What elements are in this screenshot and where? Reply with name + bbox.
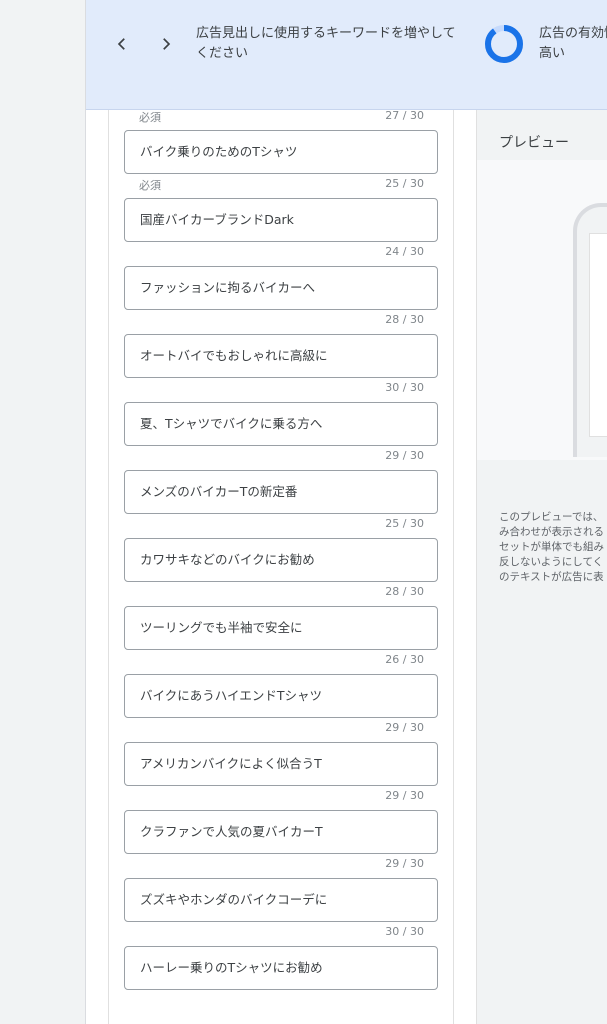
character-count: 28 / 30 bbox=[385, 313, 424, 326]
chevron-left-icon bbox=[117, 38, 125, 50]
preview-panel: プレビュー このプレビューでは、 み合わせが表示される セットが単体でも組み 反しない… bbox=[476, 110, 607, 1024]
headline-meta: 30 / 30 bbox=[124, 925, 438, 941]
preview-note-line: このプレビューでは、 bbox=[499, 511, 604, 523]
preview-note-line: み合わせが表示される bbox=[499, 526, 604, 538]
preview-title: プレビュー bbox=[499, 135, 569, 151]
character-count: 24 / 30 bbox=[385, 245, 424, 258]
headline-meta: 26 / 30 bbox=[124, 653, 438, 669]
headline-item: 夏、Tシャツでバイクに乗る方へ 29 / 30 bbox=[124, 402, 438, 470]
headline-input[interactable]: カワサキなどのバイクにお勧め bbox=[124, 538, 438, 582]
character-count: 26 / 30 bbox=[385, 653, 424, 666]
headline-meta: 29 / 30 bbox=[124, 721, 438, 737]
headline-input[interactable]: メンズのバイカーTの新定番 bbox=[124, 470, 438, 514]
headline-meta: 29 / 30 bbox=[124, 449, 438, 465]
headline-item: バイク乗りのためのTシャツ必須 25 / 30 bbox=[124, 130, 438, 198]
preview-note-line: セットが単体でも組み bbox=[499, 541, 604, 553]
headline-item: 国産バイカーブランドDark 24 / 30 bbox=[124, 198, 438, 266]
headline-form-panel: おしゃれに着るバイクTシャツ必須27 / 30バイク乗りのためのTシャツ必須25… bbox=[108, 110, 454, 1024]
ad-strength-label: 広告の有効性 高い bbox=[539, 24, 607, 64]
headline-list: おしゃれに着るバイクTシャツ必須27 / 30バイク乗りのためのTシャツ必須25… bbox=[124, 110, 438, 1014]
headline-input[interactable]: 夏、Tシャツでバイクに乗る方へ bbox=[124, 402, 438, 446]
headline-item: ツーリングでも半袖で安全に 26 / 30 bbox=[124, 606, 438, 674]
headline-meta: 29 / 30 bbox=[124, 857, 438, 873]
previous-suggestion-button[interactable] bbox=[106, 28, 138, 60]
chevron-right-icon bbox=[163, 38, 171, 50]
ad-strength-value: 高い bbox=[539, 46, 566, 61]
headline-item: おしゃれに着るバイクTシャツ必須27 / 30 bbox=[124, 110, 438, 130]
headline-input[interactable]: バイクにあうハイエンドTシャツ bbox=[124, 674, 438, 718]
headline-meta bbox=[124, 993, 438, 1009]
headline-meta: 必須 25 / 30 bbox=[124, 177, 438, 193]
character-count: 27 / 30 bbox=[385, 110, 424, 122]
headline-item: メンズのバイカーTの新定番 25 / 30 bbox=[124, 470, 438, 538]
headline-item: ズズキやホンダのバイクコーデに 30 / 30 bbox=[124, 878, 438, 946]
character-count: 29 / 30 bbox=[385, 789, 424, 802]
phone-mockup bbox=[573, 203, 607, 457]
suggestion-message: 広告見出しに使用するキーワードを増やしてください bbox=[196, 26, 456, 61]
character-count: 30 / 30 bbox=[385, 381, 424, 394]
headline-item: オートバイでもおしゃれに高級に 30 / 30 bbox=[124, 334, 438, 402]
headline-meta: 28 / 30 bbox=[124, 313, 438, 329]
headline-meta: 必須 27 / 30 bbox=[124, 110, 438, 125]
character-count: 29 / 30 bbox=[385, 857, 424, 870]
headline-input[interactable]: クラファンで人気の夏バイカーT bbox=[124, 810, 438, 854]
headline-meta: 25 / 30 bbox=[124, 517, 438, 533]
left-gutter bbox=[0, 0, 86, 1024]
character-count: 30 / 30 bbox=[385, 925, 424, 938]
headline-item: バイクにあうハイエンドTシャツ 29 / 30 bbox=[124, 674, 438, 742]
ad-strength-title: 広告の有効性 bbox=[539, 26, 607, 41]
headline-item: アメリカンバイクによく似合うT 29 / 30 bbox=[124, 742, 438, 810]
headline-item: ハーレー乗りのTシャツにお勧め bbox=[124, 946, 438, 1014]
character-count: 29 / 30 bbox=[385, 721, 424, 734]
character-count: 25 / 30 bbox=[385, 517, 424, 530]
headline-item: ファッションに拘るバイカーへ 28 / 30 bbox=[124, 266, 438, 334]
preview-note-line: 反しないようにしてく bbox=[499, 556, 604, 568]
headline-input[interactable]: バイク乗りのためのTシャツ bbox=[124, 130, 438, 174]
headline-item: クラファンで人気の夏バイカーT 29 / 30 bbox=[124, 810, 438, 878]
headline-item: カワサキなどのバイクにお勧め 28 / 30 bbox=[124, 538, 438, 606]
headline-meta: 30 / 30 bbox=[124, 381, 438, 397]
ad-strength-banner: 広告見出しに使用するキーワードを増やしてください 広告の有効性 高い bbox=[86, 0, 607, 110]
headline-meta: 29 / 30 bbox=[124, 789, 438, 805]
headline-meta: 24 / 30 bbox=[124, 245, 438, 261]
headline-input[interactable]: ズズキやホンダのバイクコーデに bbox=[124, 878, 438, 922]
ad-strength-ring-icon bbox=[485, 25, 523, 63]
character-count: 29 / 30 bbox=[385, 449, 424, 462]
headline-input[interactable]: ツーリングでも半袖で安全に bbox=[124, 606, 438, 650]
headline-input[interactable]: アメリカンバイクによく似合うT bbox=[124, 742, 438, 786]
required-label: 必須 bbox=[139, 179, 161, 192]
character-count: 25 / 30 bbox=[385, 177, 424, 190]
next-suggestion-button[interactable] bbox=[150, 28, 182, 60]
headline-input[interactable]: ファッションに拘るバイカーへ bbox=[124, 266, 438, 310]
preview-note-line: のテキストが広告に表 bbox=[499, 571, 604, 583]
headline-meta: 28 / 30 bbox=[124, 585, 438, 601]
required-label: 必須 bbox=[139, 111, 161, 124]
headline-input[interactable]: 国産バイカーブランドDark bbox=[124, 198, 438, 242]
preview-note: このプレビューでは、 み合わせが表示される セットが単体でも組み 反しないようにしてく… bbox=[499, 510, 607, 585]
phone-screen bbox=[589, 233, 607, 437]
headline-input[interactable]: オートバイでもおしゃれに高級に bbox=[124, 334, 438, 378]
character-count: 28 / 30 bbox=[385, 585, 424, 598]
headline-input[interactable]: ハーレー乗りのTシャツにお勧め bbox=[124, 946, 438, 990]
